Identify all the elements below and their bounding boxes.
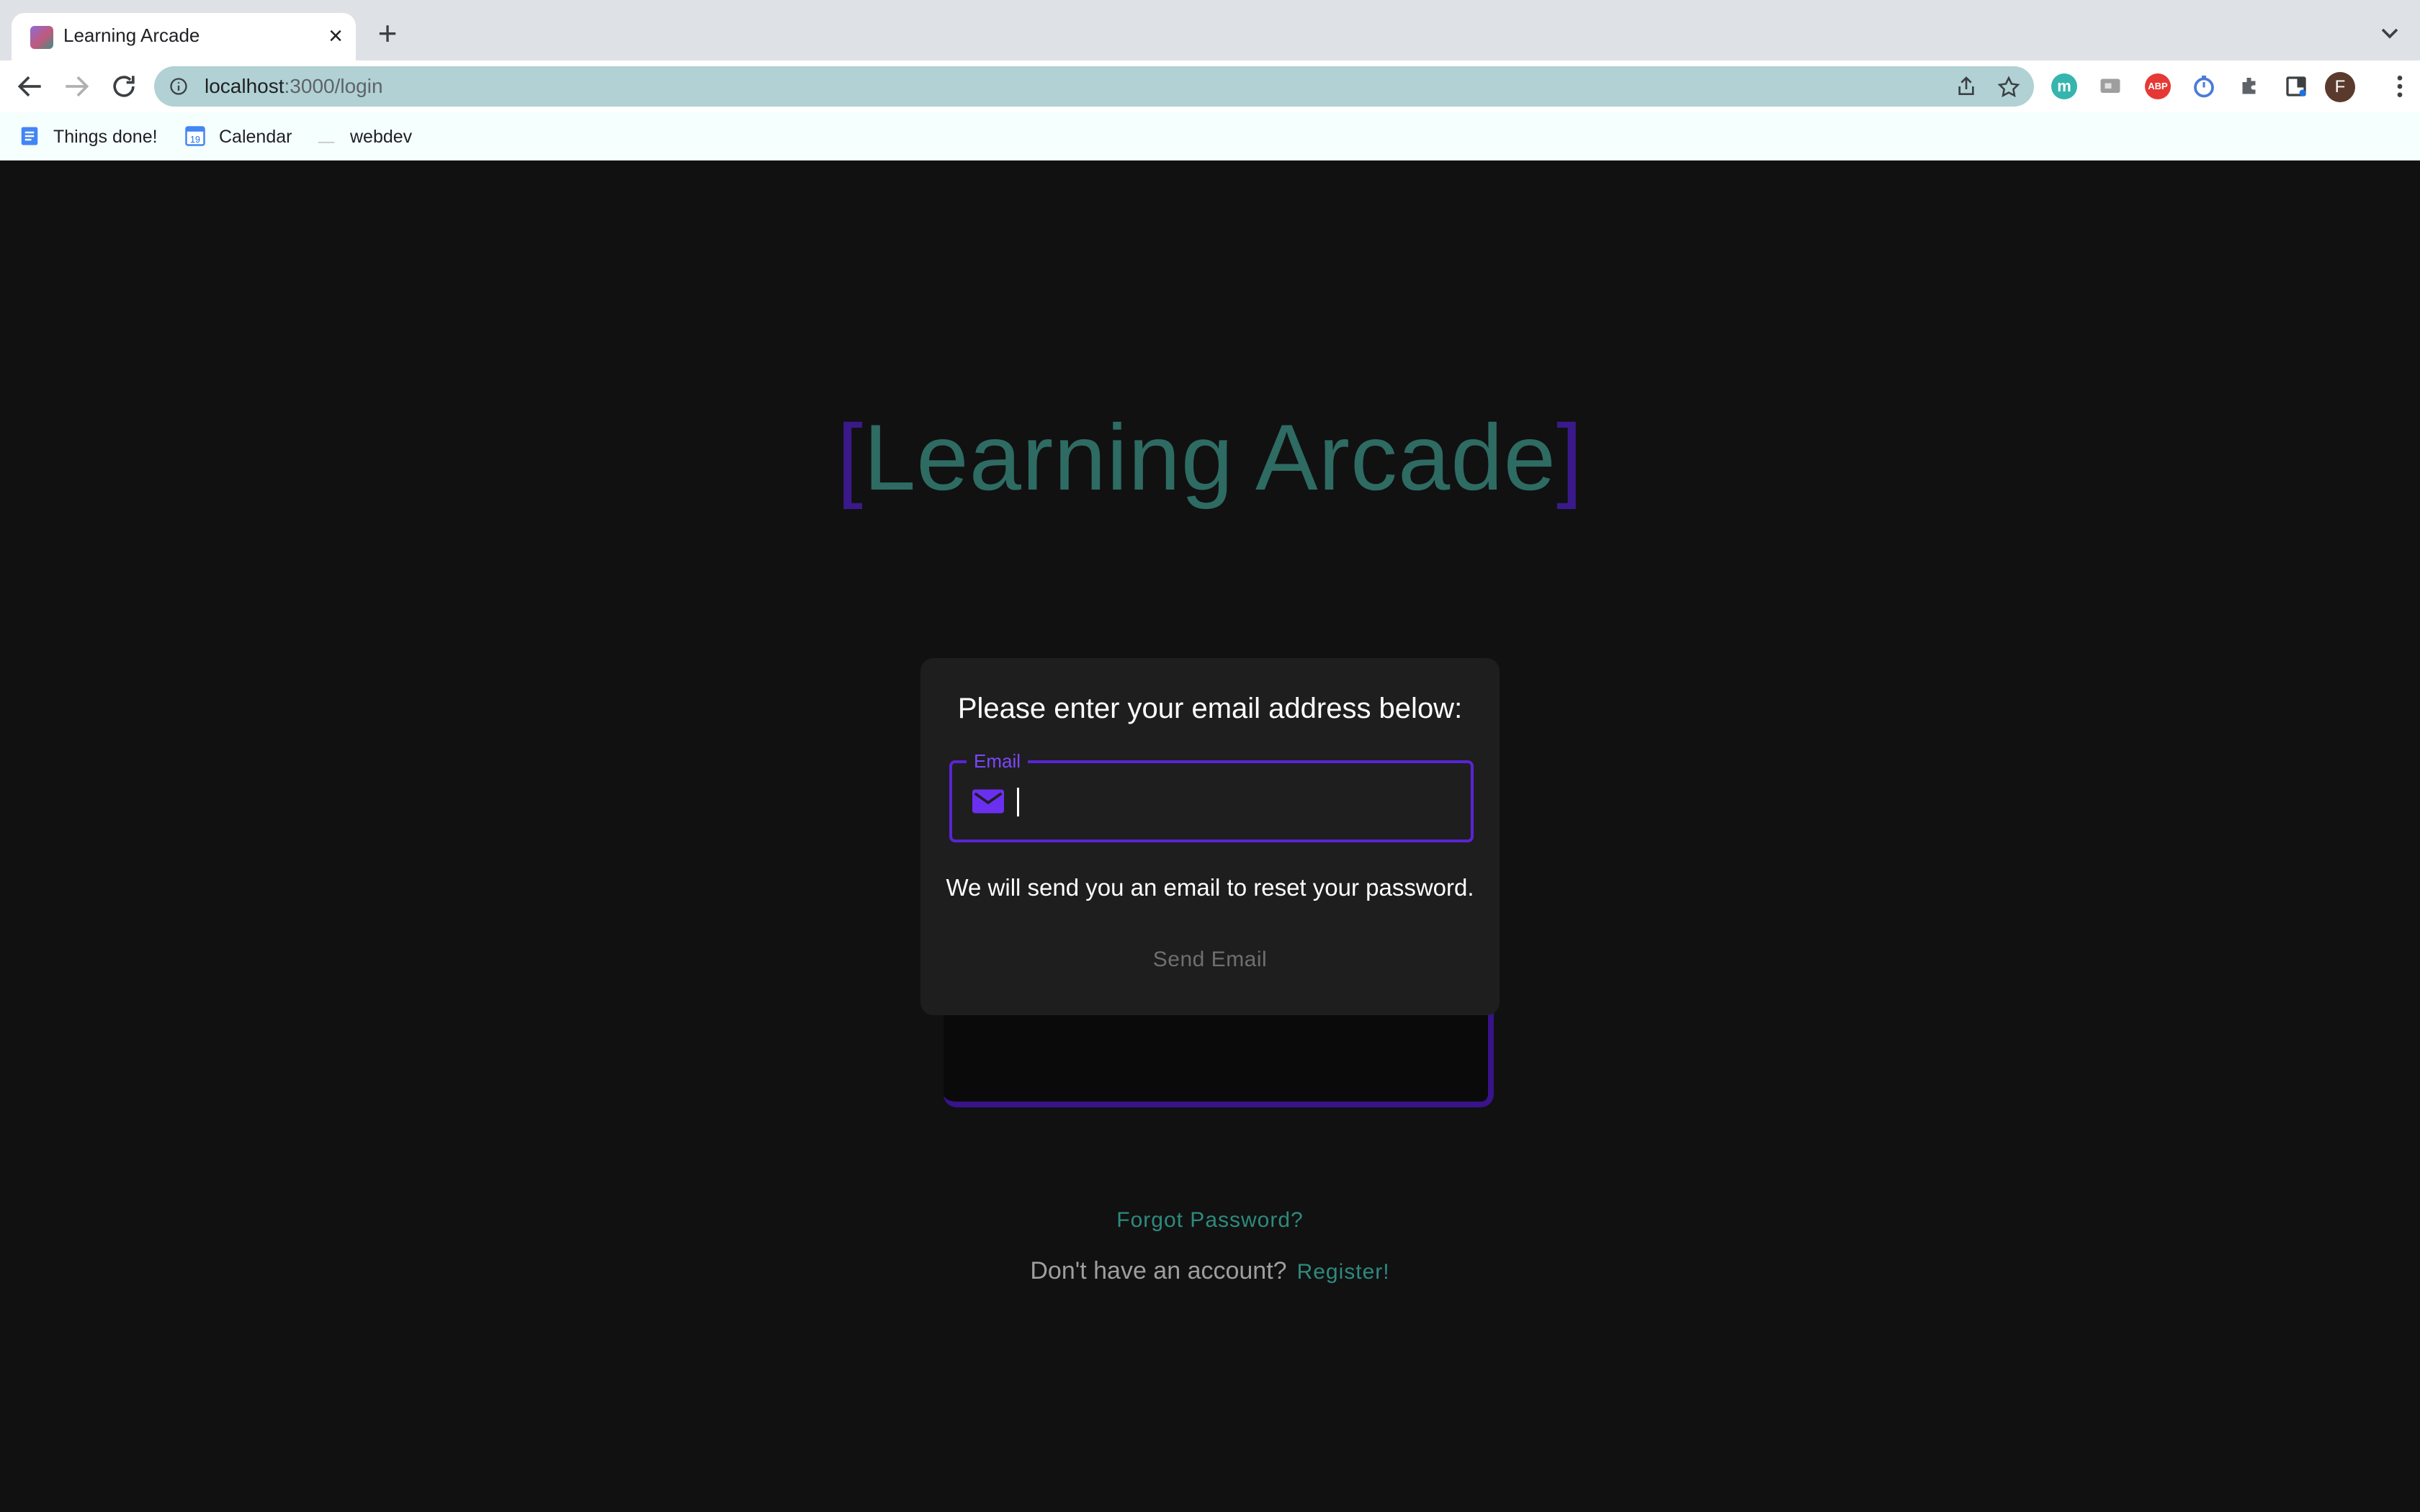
m-extension-icon[interactable]: m — [2051, 73, 2077, 99]
url-text: localhost:3000/login — [205, 75, 383, 97]
bookmark-label: Calendar — [219, 127, 292, 147]
calendar-icon: 19 — [185, 126, 205, 146]
bookmark-label: webdev — [350, 127, 413, 147]
folder-icon — [318, 141, 335, 143]
address-bar[interactable]: localhost:3000/login — [154, 66, 2034, 107]
tab-search-chevron-icon[interactable] — [2375, 19, 2404, 48]
browser-tab[interactable]: Learning Arcade × — [12, 13, 356, 62]
tab-strip: Learning Arcade × + — [0, 0, 2420, 62]
email-field[interactable]: Email — [949, 750, 1474, 842]
timer-extension-icon[interactable] — [2191, 73, 2217, 99]
mail-icon — [972, 789, 1004, 814]
register-row: Don't have an account? Register! — [0, 1257, 2420, 1285]
bookmark-label: Things done! — [53, 127, 158, 147]
profile-avatar[interactable]: F — [2325, 72, 2355, 102]
send-email-button[interactable]: Send Email — [1102, 935, 1318, 985]
text-cursor — [1017, 788, 1019, 816]
tab-title: Learning Arcade — [63, 24, 200, 46]
forward-arrow-icon[interactable] — [60, 71, 92, 102]
kebab-menu-icon[interactable] — [2393, 72, 2407, 101]
close-tab-icon[interactable]: × — [328, 22, 343, 50]
svg-text:19: 19 — [190, 135, 200, 145]
browser-toolbar: localhost:3000/login m ABP F — [0, 60, 2420, 112]
docs-icon — [21, 127, 38, 145]
register-prompt: Don't have an account? — [1030, 1257, 1287, 1284]
back-arrow-icon[interactable] — [14, 71, 46, 102]
puzzle-icon[interactable] — [2237, 73, 2263, 99]
bookmark-star-icon[interactable] — [1996, 75, 2021, 99]
bookmarks-bar: Things done! 19 Calendar webdev — [0, 112, 2420, 161]
site-logo: [Learning Arcade] — [836, 405, 1584, 510]
screenshot-extension-icon[interactable] — [2097, 73, 2123, 99]
reload-icon[interactable] — [108, 71, 140, 102]
share-icon[interactable] — [1955, 75, 1978, 98]
dialog-heading: Please enter your email address below: — [957, 693, 1463, 724]
reading-list-icon[interactable] — [2283, 73, 2309, 99]
register-link[interactable]: Register! — [1297, 1260, 1390, 1284]
email-input[interactable] — [1021, 778, 1456, 827]
reset-password-dialog: Please enter your email address below: E… — [920, 658, 1500, 1015]
email-field-label: Email — [967, 750, 1028, 773]
site-info-icon[interactable] — [169, 76, 189, 96]
new-tab-button[interactable]: + — [372, 17, 403, 50]
reset-info-text: We will send you an email to reset your … — [946, 874, 1474, 901]
adblock-plus-icon[interactable]: ABP — [2145, 73, 2171, 99]
forgot-password-link[interactable]: Forgot Password? — [0, 1208, 2420, 1233]
site-favicon-icon — [30, 26, 53, 49]
